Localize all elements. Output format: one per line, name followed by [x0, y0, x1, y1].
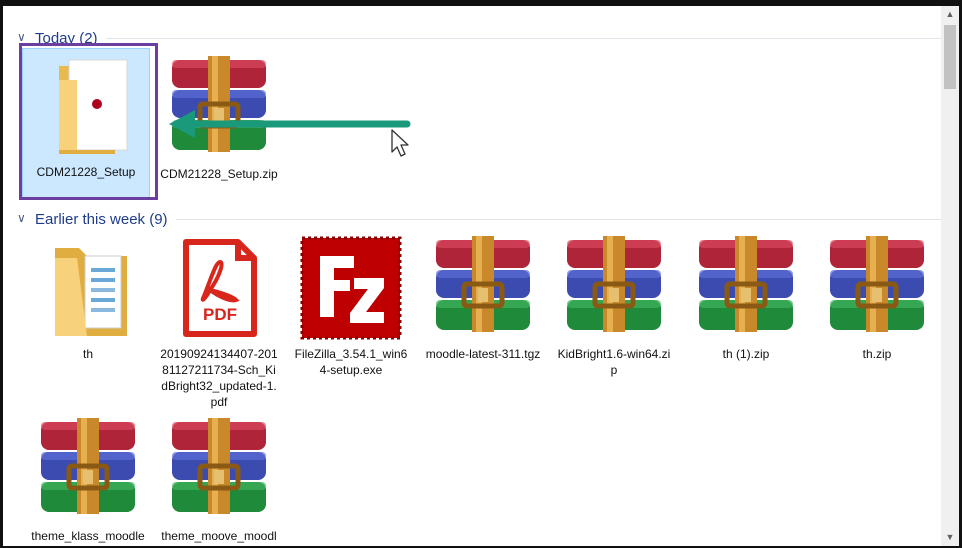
scroll-down-arrow-icon[interactable]: ▼	[941, 529, 959, 546]
mouse-cursor-icon	[391, 129, 409, 157]
file-list-view: ∨ Today (2) CDM21228_Setup CDM21228_Setu…	[3, 6, 941, 546]
scroll-up-arrow-icon[interactable]: ▲	[941, 6, 959, 23]
annotation-arrow	[169, 110, 411, 157]
file-explorer-window: ∨ Today (2) CDM21228_Setup CDM21228_Setu…	[0, 0, 962, 548]
vertical-scrollbar[interactable]: ▲ ▼	[941, 6, 959, 546]
scrollbar-thumb[interactable]	[944, 25, 956, 89]
